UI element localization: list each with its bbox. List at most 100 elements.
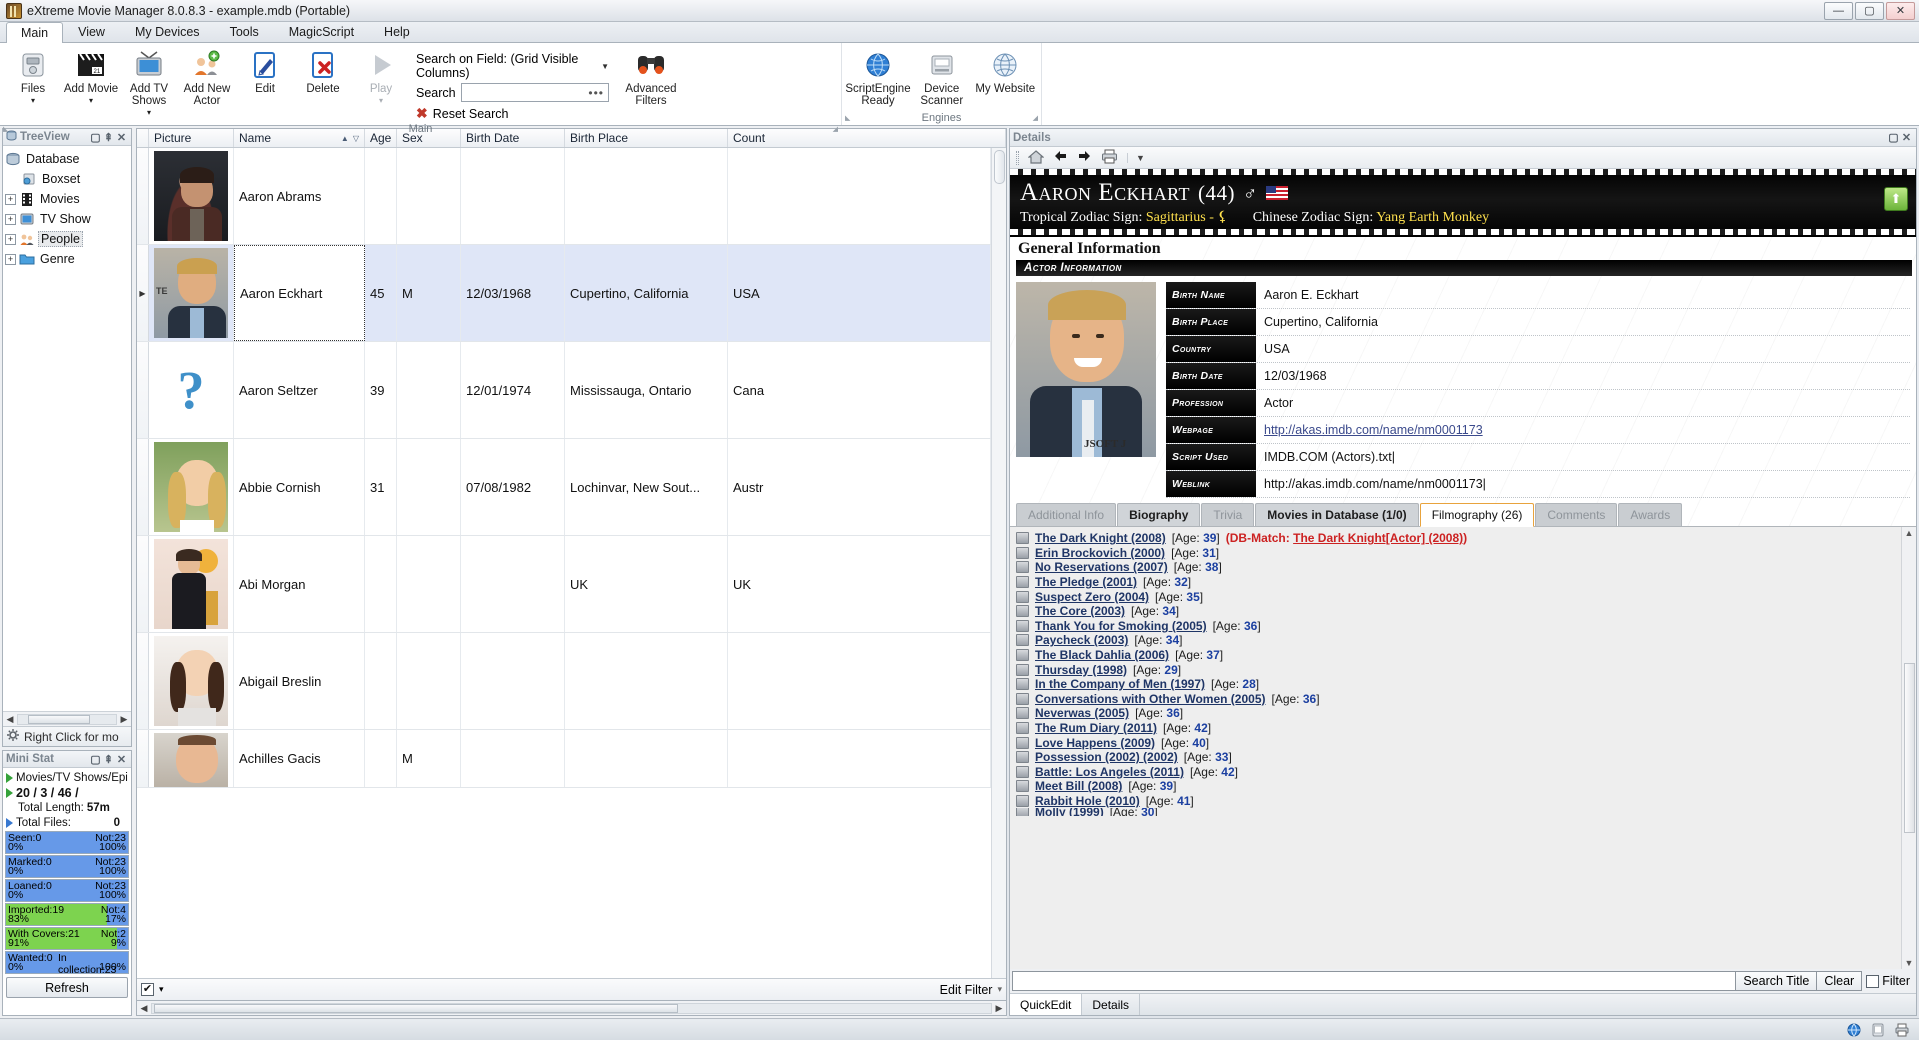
reset-search-button[interactable]: ✖ Reset Search [416, 105, 609, 122]
printer-icon[interactable] [1894, 1022, 1909, 1037]
row-birth-place-cell[interactable] [565, 148, 728, 244]
home-icon[interactable] [1027, 149, 1045, 167]
film-title-link[interactable]: The Core (2003) [1035, 604, 1125, 618]
list-item[interactable]: No Reservations (2007) [Age: 38] [1016, 560, 1901, 575]
row-birth-date-cell[interactable] [461, 148, 565, 244]
edit-filter-link[interactable]: Edit Filter [940, 983, 993, 997]
tab-quickedit[interactable]: QuickEdit [1010, 994, 1083, 1015]
row-sex-cell[interactable] [397, 439, 461, 535]
webpage-link[interactable]: http://akas.imdb.com/name/nm0001173 [1264, 423, 1483, 437]
filter-enabled-checkbox[interactable]: ✔ [141, 983, 154, 996]
list-item[interactable]: The Rum Diary (2011) [Age: 42] [1016, 721, 1901, 736]
list-item[interactable]: The Black Dahlia (2006) [Age: 37] [1016, 648, 1901, 663]
row-name-cell[interactable]: Abigail Breslin [234, 633, 365, 729]
row-country-cell[interactable]: Austr [728, 439, 991, 535]
upload-icon[interactable]: ⬆ [1884, 187, 1908, 211]
row-birth-place-cell[interactable]: Cupertino, California [565, 245, 728, 341]
scroll-left-icon[interactable]: ◀ [3, 714, 17, 725]
table-row[interactable]: Abi Morgan UK UK [137, 536, 991, 633]
clear-button[interactable]: Clear [1817, 971, 1863, 991]
row-sex-cell[interactable]: M [397, 730, 461, 787]
row-birth-place-cell[interactable]: Mississauga, Ontario [565, 342, 728, 438]
row-country-cell[interactable] [728, 633, 991, 729]
toolbar-grip[interactable] [1016, 150, 1019, 165]
search-title-button[interactable]: Search Title [1736, 971, 1818, 991]
add-movie-button[interactable]: 21 Add Movie ▾ [62, 46, 120, 110]
list-item[interactable]: Meet Bill (2008) [Age: 39] [1016, 779, 1901, 794]
list-item[interactable]: Neverwas (2005) [Age: 36] [1016, 706, 1901, 721]
tab-comments[interactable]: Comments [1535, 503, 1618, 526]
grid-scroll-track[interactable] [151, 1002, 992, 1014]
ministat-pin-button[interactable]: ⇞ [102, 753, 115, 766]
list-item[interactable]: Conversations with Other Women (2005) [A… [1016, 692, 1901, 707]
row-country-cell[interactable] [728, 148, 991, 244]
list-item[interactable]: Suspect Zero (2004) [Age: 35] [1016, 589, 1901, 604]
row-birth-date-cell[interactable]: 07/08/1982 [461, 439, 565, 535]
list-item[interactable]: Molly (1999) [Age: 30] [1016, 808, 1901, 817]
device-icon[interactable] [1870, 1022, 1885, 1037]
menu-tab-help[interactable]: Help [369, 21, 425, 42]
tab-biography[interactable]: Biography [1117, 503, 1201, 526]
play-dropdown-icon[interactable]: ▾ [379, 95, 383, 107]
row-name-cell[interactable]: Aaron Eckhart [234, 245, 365, 341]
row-birth-date-cell[interactable] [461, 536, 565, 632]
row-birth-date-cell[interactable]: 12/03/1968 [461, 245, 565, 341]
film-title-link[interactable]: No Reservations (2007) [1035, 560, 1168, 574]
details-close-button[interactable]: ✕ [1900, 131, 1913, 144]
files-button[interactable]: Files ▾ [4, 46, 62, 110]
ministat-close-button[interactable]: ✕ [115, 753, 128, 766]
row-birth-place-cell[interactable]: UK [565, 536, 728, 632]
film-title-link[interactable]: Battle: Los Angeles (2011) [1035, 765, 1184, 779]
print-icon[interactable] [1101, 149, 1118, 167]
table-row[interactable]: Abigail Breslin [137, 633, 991, 730]
list-item[interactable]: Thursday (1998) [Age: 29] [1016, 662, 1901, 677]
film-title-link[interactable]: Suspect Zero (2004) [1035, 590, 1149, 604]
tree-node-boxset[interactable]: Boxset [5, 169, 129, 189]
table-row[interactable]: Achilles Gacis M [137, 730, 991, 788]
row-sex-cell[interactable] [397, 148, 461, 244]
tab-awards[interactable]: Awards [1618, 503, 1683, 526]
row-name-cell[interactable]: Abbie Cornish [234, 439, 365, 535]
row-country-cell[interactable] [728, 730, 991, 787]
search-input[interactable]: ••• [460, 83, 609, 102]
tree-node-database[interactable]: Database [5, 149, 129, 169]
film-title-link[interactable]: Thursday (1998) [1035, 663, 1127, 677]
row-birth-date-cell[interactable] [461, 730, 565, 787]
list-item[interactable]: Rabbit Hole (2010) [Age: 41] [1016, 794, 1901, 809]
film-title-link[interactable]: Love Happens (2009) [1035, 736, 1155, 750]
row-name-cell[interactable]: Achilles Gacis [234, 730, 365, 787]
filter-checkbox[interactable] [1866, 974, 1880, 988]
row-sex-cell[interactable]: M [397, 245, 461, 341]
list-item[interactable]: The Pledge (2001) [Age: 32] [1016, 575, 1901, 590]
globe-icon[interactable] [1846, 1022, 1861, 1037]
grid-scroll-thumb[interactable] [154, 1003, 678, 1013]
scroll-down-icon[interactable]: ▼ [1905, 958, 1914, 968]
add-tv-shows-button[interactable]: Add TV Shows ▾ [120, 46, 178, 122]
tab-filmography[interactable]: Filmography (26) [1419, 503, 1535, 527]
row-age-cell[interactable]: 39 [365, 342, 397, 438]
expand-genre-icon[interactable]: + [5, 253, 16, 265]
list-item[interactable]: Erin Brockovich (2000) [Age: 31] [1016, 546, 1901, 561]
refresh-button[interactable]: Refresh [6, 977, 128, 998]
minimize-button[interactable]: — [1824, 1, 1853, 20]
menu-tab-view[interactable]: View [63, 21, 120, 42]
row-name-cell[interactable]: Abi Morgan [234, 536, 365, 632]
menu-tab-my-devices[interactable]: My Devices [120, 21, 215, 42]
expand-tvshow-icon[interactable]: + [5, 213, 16, 225]
row-name-cell[interactable]: Aaron Abrams [234, 148, 365, 244]
tree-node-movies[interactable]: + Movies [5, 189, 129, 209]
files-dropdown-icon[interactable]: ▾ [31, 95, 35, 107]
list-item[interactable]: The Dark Knight (2008) [Age: 39] (DB-Mat… [1016, 531, 1901, 546]
row-sex-cell[interactable] [397, 342, 461, 438]
back-icon[interactable] [1053, 149, 1068, 166]
grid-scroll-right-icon[interactable]: ▶ [992, 1003, 1006, 1014]
dbmatch-title[interactable]: The Dark Knight[Actor] (2008) [1293, 531, 1463, 545]
row-sex-cell[interactable] [397, 633, 461, 729]
film-title-link[interactable]: Conversations with Other Women (2005) [1035, 692, 1266, 706]
filter-dropdown-icon[interactable]: ▾ [159, 984, 164, 995]
list-item[interactable]: Paycheck (2003) [Age: 34] [1016, 633, 1901, 648]
row-age-cell[interactable] [365, 148, 397, 244]
row-birth-place-cell[interactable]: Lochinvar, New Sout... [565, 439, 728, 535]
row-birth-place-cell[interactable] [565, 730, 728, 787]
row-age-cell[interactable]: 45 [365, 245, 397, 341]
